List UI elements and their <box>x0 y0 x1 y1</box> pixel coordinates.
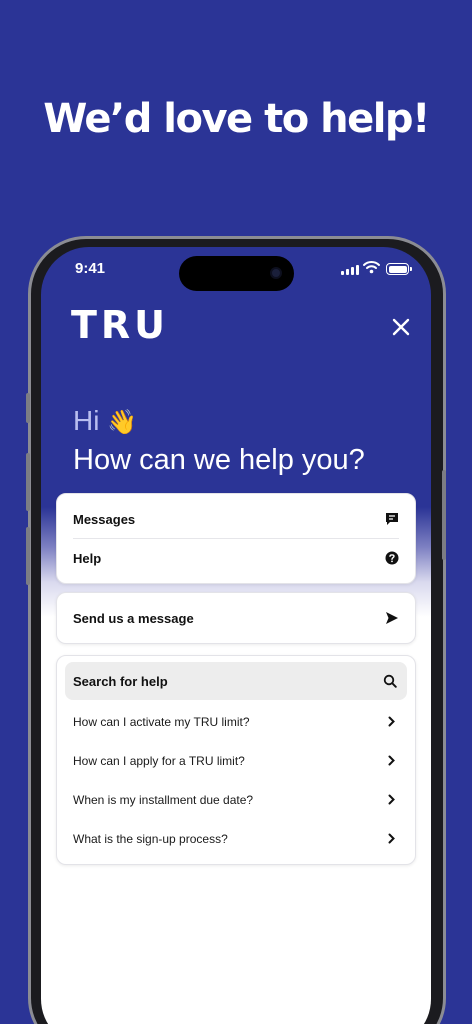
signal-icon <box>341 263 359 275</box>
battery-icon <box>386 263 412 275</box>
messages-label: Messages <box>73 511 136 527</box>
chevron-right-icon <box>388 794 395 805</box>
phone-power-button <box>442 470 446 560</box>
send-message-label: Send us a message <box>73 610 194 626</box>
help-item[interactable]: Help <box>57 539 415 577</box>
app-screen: 9:41 TRU Hi 👋 How can we help you? Messa… <box>41 247 431 1024</box>
chevron-right-icon <box>388 755 395 766</box>
greeting-text: Hi <box>73 405 100 436</box>
page-title: How can we help you? <box>73 444 365 476</box>
help-icon <box>385 551 399 565</box>
phone-side-button <box>26 453 30 511</box>
close-icon[interactable] <box>391 317 411 337</box>
faq-item[interactable]: When is my installment due date? <box>57 780 415 819</box>
search-label: Search for help <box>73 673 168 689</box>
send-message-card[interactable]: Send us a message <box>56 592 416 644</box>
faq-item[interactable]: How can I apply for a TRU limit? <box>57 741 415 780</box>
chevron-right-icon <box>388 716 395 727</box>
status-bar: 9:41 <box>41 247 431 295</box>
faq-item[interactable]: How can I activate my TRU limit? <box>57 702 415 741</box>
phone-side-button <box>26 393 30 423</box>
wifi-icon <box>363 261 380 274</box>
menu-card: Messages Help <box>56 493 416 584</box>
send-icon <box>386 612 398 624</box>
search-for-help[interactable]: Search for help <box>65 662 407 700</box>
faq-item[interactable]: What is the sign-up process? <box>57 819 415 858</box>
wave-emoji: 👋 <box>107 409 138 436</box>
messages-item[interactable]: Messages <box>57 500 415 538</box>
chevron-right-icon <box>388 833 395 844</box>
help-label: Help <box>73 550 102 566</box>
promo-headline: We’d love to help! <box>43 96 430 142</box>
send-message-button[interactable]: Send us a message <box>57 599 415 637</box>
phone-side-button <box>26 527 30 585</box>
greeting: Hi 👋 <box>73 405 137 437</box>
faq-question: How can I activate my TRU limit? <box>73 714 250 729</box>
help-search-card: Search for help How can I activate my TR… <box>56 655 416 865</box>
status-time: 9:41 <box>75 260 106 277</box>
faq-question: What is the sign-up process? <box>73 831 228 846</box>
faq-question: When is my installment due date? <box>73 792 254 807</box>
message-icon <box>386 513 398 525</box>
tru-logo: TRU <box>71 303 170 347</box>
faq-question: How can I apply for a TRU limit? <box>73 753 245 768</box>
search-icon <box>383 674 397 688</box>
dynamic-island <box>179 256 294 291</box>
